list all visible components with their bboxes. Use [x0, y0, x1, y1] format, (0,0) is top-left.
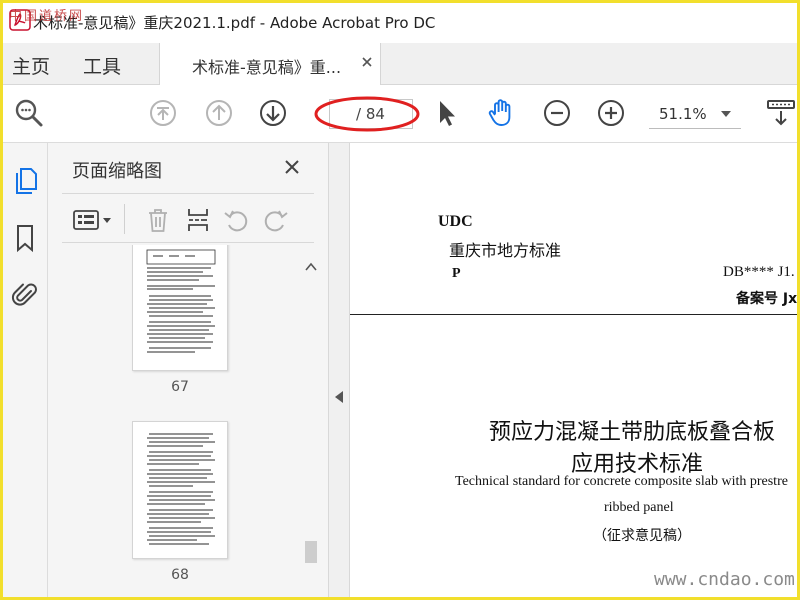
- doc-horizontal-rule: [350, 314, 797, 315]
- doc-filing-number: 备案号 Jxx: [736, 291, 797, 307]
- page-preview: [146, 249, 216, 353]
- page-total: / 84: [356, 105, 385, 123]
- page-thumbnail-number: 68: [171, 567, 189, 583]
- site-watermark: 中国道桥网: [9, 9, 85, 24]
- page-layout-icon[interactable]: [765, 97, 797, 129]
- options-menu-icon[interactable]: [72, 206, 114, 234]
- zoom-out-icon[interactable]: [541, 97, 573, 129]
- zoom-in-icon[interactable]: [595, 97, 627, 129]
- panel-splitter[interactable]: [328, 143, 350, 597]
- title-bar: 术标准-意见稿》重庆2021.1.pdf - Adobe Acrobat Pro…: [3, 3, 797, 43]
- tab-document-label: 术标准-意见稿》重...: [192, 58, 342, 77]
- page-thumbnails-icon[interactable]: [11, 165, 39, 195]
- tab-home[interactable]: 主页: [12, 52, 50, 79]
- document-view[interactable]: UDC 重庆市地方标准 P DB**** J1. 备案号 Jxx 预应力混凝土带…: [350, 143, 797, 597]
- zoom-value: 51.1%: [659, 105, 707, 123]
- thumbnail-scrollbar[interactable]: [301, 253, 321, 597]
- doc-db-number: DB**** J1.: [723, 264, 795, 280]
- collapse-panel-icon[interactable]: [335, 391, 343, 403]
- page-thumbnail[interactable]: [132, 421, 228, 559]
- tab-document[interactable]: 术标准-意见稿》重...: [159, 43, 381, 86]
- page-thumbnail[interactable]: [132, 245, 228, 371]
- thumbnail-list: 67 68: [48, 245, 298, 597]
- rotate-counterclockwise-icon[interactable]: [222, 206, 250, 234]
- chevron-down-icon: [721, 111, 731, 117]
- navigation-rail: [3, 143, 48, 597]
- thumbnail-toolbar: [62, 193, 314, 243]
- insert-page-icon[interactable]: [184, 206, 212, 234]
- delete-page-icon[interactable]: [144, 206, 172, 234]
- doc-p: P: [452, 266, 461, 281]
- thumbnails-panel: 页面缩略图 67 68: [48, 143, 328, 597]
- doc-english-title-line1: Technical standard for concrete composit…: [455, 474, 788, 489]
- panel-title: 页面缩略图: [72, 161, 162, 182]
- close-icon[interactable]: [360, 55, 374, 69]
- zoom-select[interactable]: 51.1%: [649, 99, 741, 129]
- close-icon[interactable]: [284, 159, 300, 175]
- page-number-input[interactable]: / 84: [329, 99, 413, 129]
- zoom-search-icon[interactable]: [13, 97, 45, 129]
- tab-bar: 主页 工具 术标准-意见稿》重...: [3, 43, 797, 86]
- select-cursor-icon[interactable]: [431, 97, 463, 129]
- next-page-icon[interactable]: [257, 97, 289, 129]
- first-page-icon[interactable]: [147, 97, 179, 129]
- page-thumbnail-number: 67: [171, 379, 189, 395]
- site-watermark-url: www.cndao.com: [654, 569, 795, 590]
- doc-standard-type: 重庆市地方标准: [449, 241, 562, 260]
- previous-page-icon[interactable]: [203, 97, 235, 129]
- rotate-clockwise-icon[interactable]: [262, 206, 290, 234]
- window-title: 术标准-意见稿》重庆2021.1.pdf - Adobe Acrobat Pro…: [33, 14, 436, 32]
- attachment-icon[interactable]: [11, 279, 39, 309]
- bookmark-icon[interactable]: [11, 223, 39, 253]
- doc-title-line1: 预应力混凝土带肋底板叠合板: [489, 420, 776, 445]
- doc-udc: UDC: [438, 213, 473, 230]
- doc-draft-note: （征求意见稿）: [593, 528, 691, 544]
- hand-tool-icon[interactable]: [485, 97, 517, 129]
- toolbar-divider: [124, 204, 125, 234]
- tab-tools[interactable]: 工具: [83, 52, 121, 79]
- toolbar: / 84 51.1%: [3, 85, 797, 143]
- doc-english-title-line2: ribbed panel: [604, 500, 674, 515]
- page-preview: [147, 433, 215, 545]
